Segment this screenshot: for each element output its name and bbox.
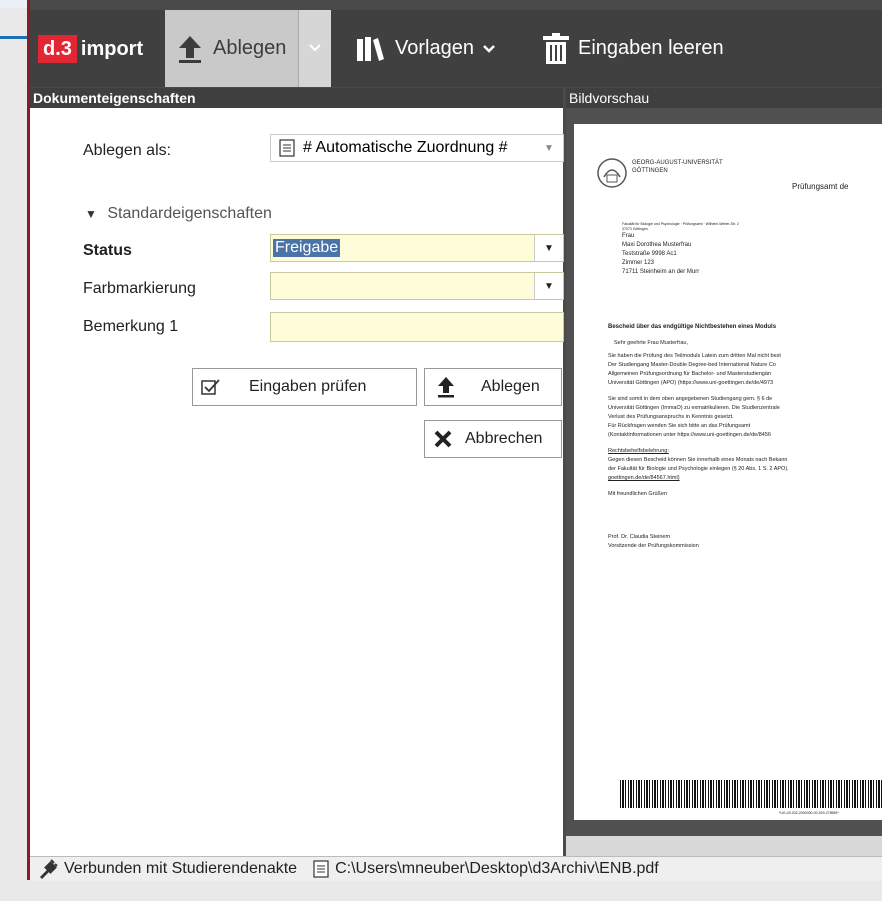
- address-2: Maxi Dorothea Musterfrau: [622, 242, 692, 248]
- para2-line: Sie sind somit in dem oben angegebenen S…: [608, 396, 773, 402]
- para1-line: Allgemeinen Prüfungsordnung für Bachelor…: [608, 371, 771, 377]
- abbrechen-label: Abbrechen: [465, 430, 543, 447]
- eingaben-pruefen-button[interactable]: Eingaben prüfen: [192, 368, 417, 406]
- bemerkung-input[interactable]: [270, 312, 564, 342]
- para2-line: (Kontaktinformationen unter https://www.…: [608, 432, 771, 438]
- address-1: Frau: [622, 233, 635, 239]
- university-seal-icon: [596, 157, 628, 194]
- standardeigenschaften-section[interactable]: ▼ Standardeigenschaften: [85, 205, 272, 223]
- office-name: Prüfungsamt de: [792, 182, 849, 191]
- status-label: Status: [83, 242, 132, 259]
- para1-line: Sie haben die Prüfung des Teilmoduls Lat…: [608, 353, 781, 359]
- books-icon: [355, 34, 385, 64]
- signature-title: Vorsitzende der Prüfungskommission: [608, 543, 699, 549]
- chevron-down-icon: ▼: [534, 273, 563, 299]
- para2-line: Verlust des Prüfungsanspruchs in Kenntni…: [608, 414, 734, 420]
- vorlagen-button[interactable]: Vorlagen: [355, 10, 535, 87]
- uni-name-2: GÖTTINGEN: [632, 168, 668, 174]
- sender-line-2: 37073 Göttingen: [622, 227, 648, 231]
- farbmarkierung-select[interactable]: ▼: [270, 272, 564, 300]
- ablegen-als-select[interactable]: # Automatische Zuordnung # ▼: [270, 134, 564, 162]
- file-path: C:\Users\mneuber\Desktop\d3Archiv\ENB.pd…: [335, 860, 659, 877]
- logo-badge: d.3: [38, 35, 77, 63]
- trash-icon: [542, 32, 570, 65]
- preview-header: Bildvorschau: [566, 88, 882, 108]
- para1-line: Universität Göttingen (APO) (https://www…: [608, 380, 774, 386]
- para1-line: Der Studiengang Master-Double Degree-bed…: [608, 362, 776, 368]
- preview-panel: Bildvorschau GEORG-AUGUST-UNIVERSITÄT GÖ…: [566, 88, 882, 856]
- app-logo: d.3 import: [38, 34, 143, 64]
- next-page-edge: [566, 836, 882, 856]
- document-icon: [279, 139, 295, 157]
- para2-line: Für Rückfragen wenden Sie sich bitte an …: [608, 423, 751, 429]
- rechtsbehelf-line: Gegen diesen Bescheid können Sie innerha…: [608, 457, 788, 463]
- signature-name: Prof. Dr. Claudia Steinem: [608, 534, 671, 540]
- connection-status: Verbunden mit Studierendenakte: [64, 860, 298, 877]
- logo-text: import: [80, 37, 144, 60]
- eingaben-pruefen-label: Eingaben prüfen: [249, 378, 367, 395]
- eingaben-leeren-button[interactable]: Eingaben leeren: [542, 10, 782, 87]
- upload-icon: [177, 34, 203, 64]
- barcode-text: *UG-03-032-2000000-00-929-278589*: [779, 811, 839, 815]
- status-bar: Verbunden mit Studierendenakte C:\Users\…: [30, 856, 882, 881]
- ablegen-confirm-button[interactable]: Ablegen: [424, 368, 562, 406]
- uni-name-1: GEORG-AUGUST-UNIVERSITÄT: [632, 160, 723, 166]
- salutation: Sehr geehrte Frau Musterfrau,: [614, 340, 688, 346]
- para2-line: Universität Göttingen (ImmaO) zu exmatri…: [608, 405, 780, 411]
- vorlagen-label: Vorlagen: [395, 37, 474, 59]
- upload-icon: [437, 376, 455, 398]
- ablegen-confirm-label: Ablegen: [481, 378, 540, 395]
- barcode: [620, 780, 882, 808]
- close-icon: [433, 429, 453, 449]
- letter-subject: Bescheid über das endgültige Nichtbesteh…: [608, 324, 777, 330]
- checkbox-check-icon: [201, 378, 221, 396]
- triangle-down-icon: ▼: [85, 207, 97, 221]
- background-window-edge: [0, 36, 30, 39]
- ablegen-label: Ablegen: [213, 37, 287, 59]
- sender-line: Fakultät für Biologie und Psychologie · …: [622, 222, 739, 226]
- chevron-down-icon: ▼: [534, 235, 563, 261]
- rechtsbehelf-link: goettingen.de/de/84567.html): [608, 475, 680, 481]
- rechtsbehelf-title: Rechtsbehelfsbelehrung:: [608, 448, 669, 454]
- closing: Mit freundlichen Grüßen: [608, 491, 667, 497]
- bemerkung-label: Bemerkung 1: [83, 318, 179, 335]
- d3-import-window: d.3 import Ablegen Vorlagen Eingaben lee…: [27, 0, 882, 881]
- panel-header: Dokumenteigenschaften: [30, 88, 563, 108]
- eingaben-leeren-label: Eingaben leeren: [578, 37, 724, 59]
- document-icon: [313, 860, 329, 878]
- ablegen-dropdown-toggle[interactable]: [298, 10, 331, 87]
- address-5: 71711 Steinheim an der Murr: [622, 269, 700, 275]
- rechtsbehelf-line: der Fakultät für Biologie und Psychologi…: [608, 466, 789, 472]
- chevron-down-icon: ▼: [544, 142, 554, 154]
- ablegen-als-label: Ablegen als:: [83, 142, 172, 159]
- farbmarkierung-label: Farbmarkierung: [83, 280, 196, 297]
- ablegen-als-value: # Automatische Zuordnung #: [303, 139, 508, 156]
- plug-icon: [38, 859, 58, 879]
- chevron-down-icon: [482, 37, 496, 60]
- status-select[interactable]: Freigabe ▼: [270, 234, 564, 262]
- address-4: Zimmer 123: [622, 260, 655, 266]
- address-3: Teststraße 9998 Ac1: [622, 251, 677, 257]
- document-properties-panel: Dokumenteigenschaften Ablegen als: # Aut…: [30, 88, 564, 856]
- section-label: Standardeigenschaften: [107, 205, 272, 222]
- abbrechen-button[interactable]: Abbrechen: [424, 420, 562, 458]
- chevron-down-icon: [308, 40, 322, 58]
- status-value: Freigabe: [273, 239, 341, 257]
- document-preview[interactable]: GEORG-AUGUST-UNIVERSITÄT GÖTTINGEN Prüfu…: [574, 124, 882, 820]
